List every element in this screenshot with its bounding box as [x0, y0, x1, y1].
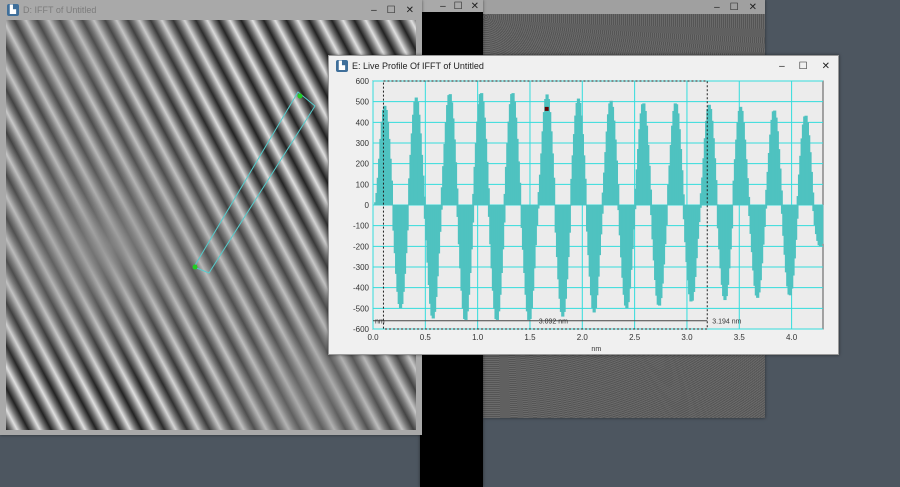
y-tick-label: 0 — [365, 201, 370, 210]
y-tick-label: 200 — [356, 160, 370, 169]
title-bar: – ☐ ✕ — [483, 0, 765, 14]
profile-bar — [811, 192, 815, 205]
window-title: D: IFFT of Untitled — [23, 5, 97, 15]
cursor-marker — [544, 106, 549, 111]
profile-bar — [648, 189, 653, 205]
profile-bar — [552, 177, 556, 205]
measure-left-label: nm — [375, 319, 385, 326]
maximize-button[interactable]: ☐ — [799, 61, 808, 72]
x-tick-label: 1.5 — [524, 333, 536, 342]
profile-bar — [715, 204, 719, 205]
profile-bar — [486, 188, 490, 205]
profile-bar — [681, 194, 685, 205]
measure-width-label: 3.092 nm — [539, 319, 568, 326]
minimize-button[interactable]: – — [371, 5, 377, 16]
y-tick-label: -300 — [353, 263, 370, 272]
y-tick-label: -100 — [353, 222, 370, 231]
y-tick-label: 300 — [356, 139, 370, 148]
profile-bar — [763, 205, 768, 209]
x-tick-label: 2.5 — [629, 333, 641, 342]
profile-bar — [729, 205, 734, 229]
maximize-button[interactable]: ☐ — [454, 1, 463, 12]
app-icon: ▙ — [336, 60, 348, 72]
profile-bar — [567, 205, 571, 233]
measure-end-label: 3.194 nm — [712, 319, 741, 326]
profile-bar — [664, 205, 668, 226]
x-tick-label: 2.0 — [577, 333, 589, 342]
x-tick-label: 4.0 — [786, 333, 798, 342]
x-tick-label: 1.0 — [472, 333, 484, 342]
minimize-button[interactable]: – — [714, 2, 720, 13]
minimize-button[interactable]: – — [779, 61, 785, 72]
y-tick-label: -400 — [353, 284, 370, 293]
profile-bar — [600, 205, 604, 214]
profile-bar — [422, 196, 426, 205]
profile-bar — [779, 190, 783, 205]
profile-bar — [795, 205, 799, 219]
profile-bar — [583, 178, 587, 205]
live-profile-window: ▙ E: Live Profile Of IFFT of Untitled – … — [328, 55, 839, 355]
y-tick-label: -200 — [353, 242, 370, 251]
profile-bar — [470, 205, 475, 223]
title-bar: ▙ D: IFFT of Untitled – ☐ ✕ — [0, 0, 422, 20]
profile-bar — [439, 205, 443, 210]
profile-bar — [569, 205, 573, 206]
profile-bar — [820, 205, 824, 244]
x-axis-label: nm — [591, 346, 601, 353]
roi-handle-start — [297, 93, 303, 99]
profile-bar — [502, 205, 506, 223]
profile-bar — [746, 196, 751, 205]
y-tick-label: -600 — [353, 325, 370, 334]
profile-bar — [389, 180, 394, 205]
minimize-button[interactable]: – — [440, 1, 446, 12]
window-title: E: Live Profile Of IFFT of Untitled — [352, 61, 484, 71]
profile-chart[interactable]: 0.0 0.5 1.0 1.5 2.0 2.5 3.0 3.5 4.0 600 500 400 300 2… — [329, 76, 838, 354]
maximize-button[interactable]: ☐ — [387, 5, 396, 16]
profile-bar — [714, 180, 718, 205]
roi-handle-end — [192, 264, 198, 270]
title-bar: ▙ E: Live Profile Of IFFT of Untitled – … — [329, 56, 838, 76]
profile-bar — [698, 205, 702, 208]
close-button[interactable]: ✕ — [471, 1, 479, 12]
x-tick-label: 0.5 — [420, 333, 432, 342]
profile-bar — [455, 188, 459, 205]
x-tick-label: 0.0 — [367, 333, 379, 342]
profile-bar — [518, 182, 522, 205]
maximize-button[interactable]: ☐ — [730, 2, 739, 13]
close-button[interactable]: ✕ — [406, 5, 414, 16]
y-tick-label: 600 — [356, 77, 370, 86]
x-tick-label: 3.0 — [681, 333, 693, 342]
close-button[interactable]: ✕ — [749, 2, 757, 13]
profile-bar — [536, 205, 540, 209]
y-tick-label: 100 — [356, 180, 370, 189]
y-tick-label: 500 — [356, 98, 370, 107]
x-tick-label: 3.5 — [734, 333, 746, 342]
profile-bar — [405, 205, 409, 231]
y-tick-label: -500 — [353, 304, 370, 313]
title-bar: – ☐ ✕ — [420, 0, 483, 12]
profile-bar — [633, 205, 637, 210]
close-button[interactable]: ✕ — [822, 61, 830, 72]
y-tick-label: 400 — [356, 118, 370, 127]
app-icon: ▙ — [7, 4, 19, 16]
profile-bar — [616, 184, 620, 205]
